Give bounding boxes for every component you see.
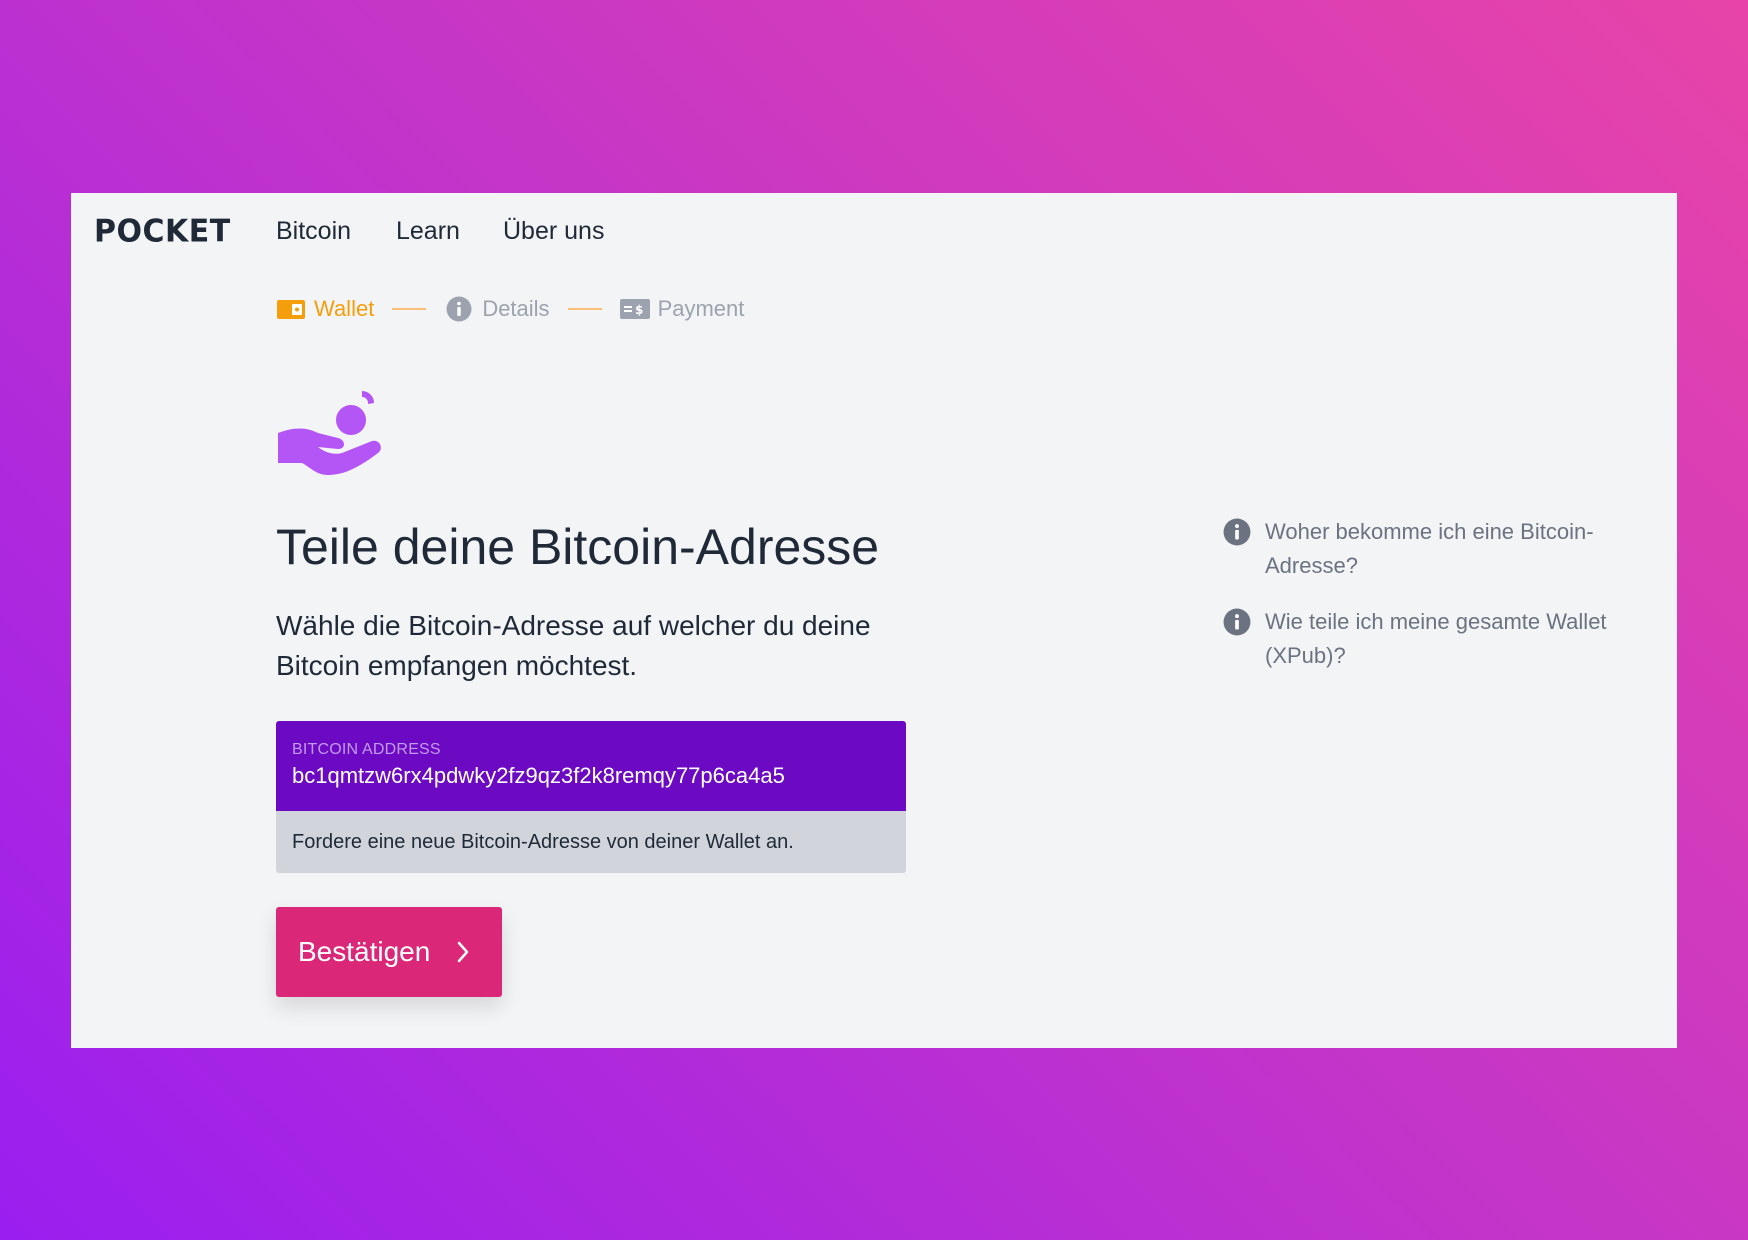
wallet-icon [276,296,306,322]
nav-link-ueber-uns[interactable]: Über uns [503,217,604,246]
step-divider [392,308,427,310]
payment-icon: $ [619,296,650,322]
nav-link-bitcoin[interactable]: Bitcoin [276,217,351,246]
step-details-label: Details [482,296,550,321]
step-wallet-label: Wallet [314,296,375,321]
bitcoin-address-input[interactable] [292,763,890,789]
checkout-stepper: Wallet Details $ Payment [276,294,744,324]
confirm-button-label: Bestätigen [298,936,431,967]
step-wallet[interactable]: Wallet [276,296,374,322]
bitcoin-address-label: BITCOIN ADDRESS [292,741,441,758]
step-payment[interactable]: $ Payment [619,296,745,322]
app-window: POCKET Bitcoin Learn Über uns Wallet Det… [71,193,1677,1048]
info-icon [444,296,474,322]
page-title: Teile deine Bitcoin-Adresse [276,519,880,575]
page-subtitle: Wähle die Bitcoin-Adresse auf welcher du… [276,610,871,681]
bitcoin-address-field-wrapper[interactable]: BITCOIN ADDRESS [276,721,906,811]
bitcoin-address-card: BITCOIN ADDRESS Fordere eine neue Bitcoi… [276,721,906,873]
nav-link-learn[interactable]: Learn [396,217,460,246]
step-payment-label: Payment [657,296,745,321]
help-link-where-address[interactable]: Woher bekomme ich eine Bitcoin-Adresse? [1223,515,1623,583]
info-icon [1223,518,1251,546]
svg-text:$: $ [635,303,643,317]
receive-coin-icon [276,383,386,488]
step-divider [567,308,602,310]
step-details[interactable]: Details [444,296,550,322]
confirm-button[interactable]: Bestätigen [276,907,502,997]
help-link-label: Wie teile ich meine gesamte Wallet (XPub… [1265,609,1607,668]
pocket-logo[interactable]: POCKET [94,213,231,250]
help-link-share-xpub[interactable]: Wie teile ich meine gesamte Wallet (XPub… [1223,605,1623,673]
chevron-right-icon [456,941,470,963]
info-icon [1223,608,1251,636]
address-hint: Fordere eine neue Bitcoin-Adresse von de… [276,811,906,873]
help-link-label: Woher bekomme ich eine Bitcoin-Adresse? [1265,519,1594,578]
